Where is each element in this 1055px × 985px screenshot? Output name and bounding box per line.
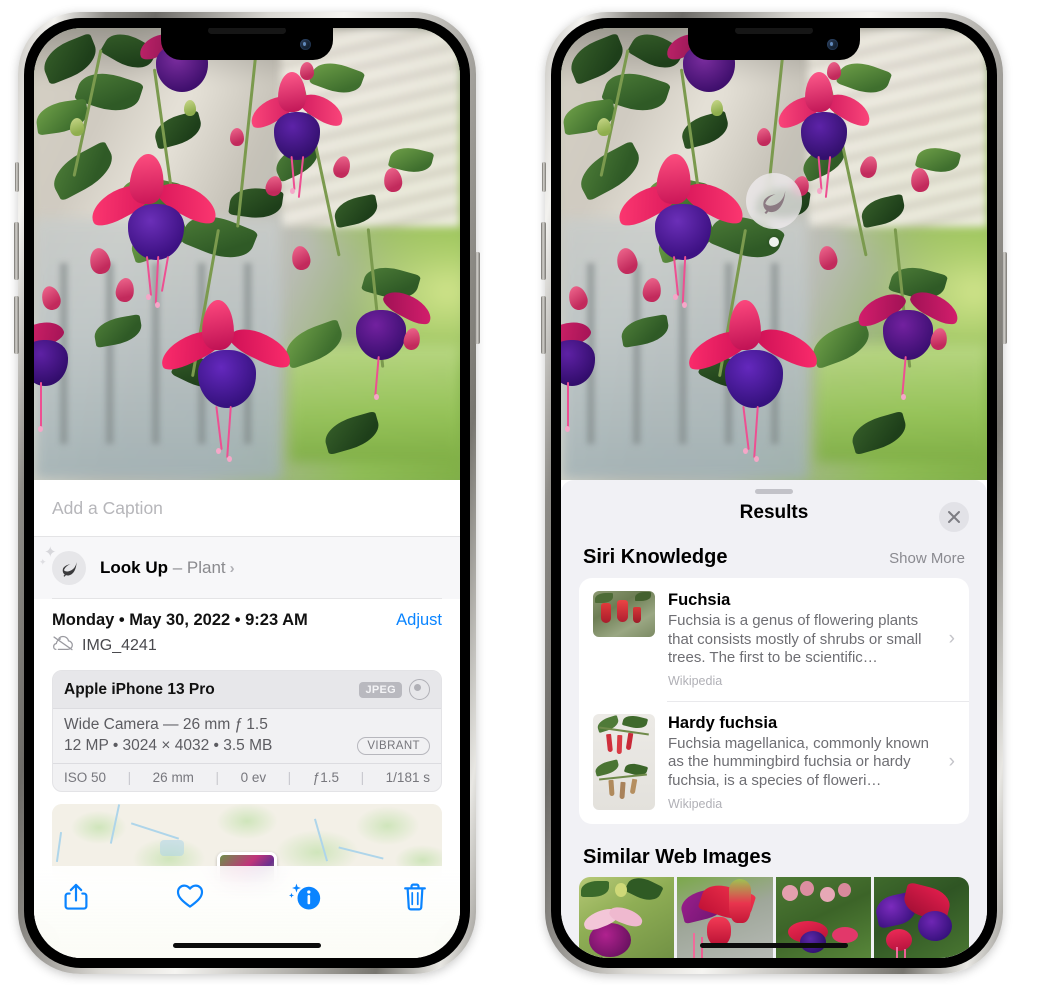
notch: [688, 28, 860, 60]
phone-bezel: Add a Caption ✦ ✦ Look Up – Plant › Mond…: [24, 18, 470, 968]
sparkle-small-icon: ✦: [39, 557, 47, 567]
image-size-info: 12 MP • 3024 × 4032 • 3.5 MB: [64, 737, 273, 754]
exif-row: ISO 50 | 26 mm | 0 ev | ƒ1.5 | 1/181 s: [53, 763, 441, 791]
share-icon[interactable]: [62, 882, 92, 912]
exif-shutter-speed: 1/181 s: [385, 770, 430, 785]
list-item[interactable]: Fuchsia Fuchsia is a genus of flowering …: [579, 578, 969, 701]
home-indicator[interactable]: [173, 943, 321, 948]
photo-date: Monday • May 30, 2022 • 9:23 AM: [52, 611, 308, 629]
power-button[interactable]: [1002, 252, 1007, 344]
front-camera-icon: [300, 39, 311, 50]
look-up-subject: Plant: [186, 558, 226, 577]
result-title: Fuchsia: [668, 591, 731, 609]
aperture-icon: [409, 679, 430, 700]
earpiece-speaker: [735, 28, 813, 34]
photo-metadata: Monday • May 30, 2022 • 9:23 AM Adjust I…: [34, 599, 460, 656]
result-description: Fuchsia magellanica, commonly known as t…: [668, 734, 929, 789]
look-up-row[interactable]: ✦ ✦ Look Up – Plant ›: [34, 537, 460, 599]
look-up-bold-label: Look Up: [100, 558, 168, 577]
exif-exposure: 0 ev: [240, 770, 267, 785]
siri-knowledge-header: Siri Knowledge Show More: [561, 524, 987, 578]
exif-divider: |: [215, 770, 220, 785]
exif-aperture: ƒ1.5: [312, 770, 340, 785]
volume-up-button[interactable]: [14, 222, 19, 280]
exif-divider: |: [360, 770, 365, 785]
screenshot-stage: Add a Caption ✦ ✦ Look Up – Plant › Mond…: [0, 0, 1055, 985]
notch: [161, 28, 333, 60]
results-title: Results: [739, 502, 809, 523]
mute-switch[interactable]: [15, 162, 19, 192]
siri-knowledge-card: Fuchsia Fuchsia is a genus of flowering …: [579, 578, 969, 824]
photographic-style-badge: VIBRANT: [357, 737, 430, 755]
volume-down-button[interactable]: [14, 296, 19, 354]
mute-switch[interactable]: [542, 162, 546, 192]
screen-right: Results Siri Knowledge Show More Fuchsia…: [561, 28, 987, 958]
result-thumbnail: [593, 591, 655, 637]
photo-info-sheet: Add a Caption ✦ ✦ Look Up – Plant › Mond…: [34, 480, 460, 958]
photo-viewer[interactable]: [561, 28, 987, 480]
file-format-badge: JPEG: [359, 681, 402, 698]
result-title: Hardy fuchsia: [668, 713, 778, 732]
close-icon[interactable]: [939, 502, 969, 532]
photo-filename: IMG_4241: [82, 636, 157, 654]
similar-web-images-title: Similar Web Images: [583, 845, 772, 868]
iphone-right: Results Siri Knowledge Show More Fuchsia…: [541, 12, 1007, 974]
show-more-button[interactable]: Show More: [889, 550, 965, 567]
volume-up-button[interactable]: [541, 222, 546, 280]
list-item[interactable]: [873, 876, 969, 958]
list-item[interactable]: Hardy fuchsia Fuchsia magellanica, commo…: [579, 700, 969, 824]
visual-look-up-leaf-badge[interactable]: [746, 173, 802, 229]
exif-focal-length: 26 mm: [152, 770, 194, 785]
power-button[interactable]: [475, 252, 480, 344]
chevron-right-icon: ›: [948, 628, 955, 650]
volume-down-button[interactable]: [541, 296, 546, 354]
camera-model: Apple iPhone 13 Pro: [64, 680, 215, 698]
earpiece-speaker: [208, 28, 286, 34]
siri-knowledge-title: Siri Knowledge: [583, 546, 728, 568]
sheet-grabber[interactable]: [755, 489, 793, 494]
camera-card-body: Wide Camera — 26 mm ƒ 1.5 12 MP • 3024 ×…: [53, 709, 441, 763]
results-sheet: Results Siri Knowledge Show More Fuchsia…: [561, 480, 987, 958]
adjust-button[interactable]: Adjust: [396, 611, 442, 630]
divider: [52, 598, 442, 599]
iphone-left: Add a Caption ✦ ✦ Look Up – Plant › Mond…: [14, 12, 480, 974]
exif-divider: |: [127, 770, 132, 785]
result-thumbnail: [593, 713, 655, 810]
photo-viewer[interactable]: [34, 28, 460, 480]
look-up-separator: –: [168, 558, 187, 577]
look-up-label: Look Up – Plant ›: [100, 558, 235, 578]
exif-iso: ISO 50: [64, 770, 107, 785]
camera-info-card: Apple iPhone 13 Pro JPEG Wide Camera — 2…: [52, 670, 442, 792]
home-indicator[interactable]: [700, 943, 848, 948]
camera-card-header: Apple iPhone 13 Pro JPEG: [53, 671, 441, 709]
screen-left: Add a Caption ✦ ✦ Look Up – Plant › Mond…: [34, 28, 460, 958]
lens-info: Wide Camera — 26 mm ƒ 1.5: [64, 716, 268, 733]
phone-bezel: Results Siri Knowledge Show More Fuchsia…: [551, 18, 997, 968]
trash-icon[interactable]: [402, 882, 432, 912]
result-source: Wikipedia: [668, 673, 723, 688]
list-item[interactable]: [579, 876, 675, 958]
exif-divider: |: [287, 770, 292, 785]
leaf-icon: ✦ ✦: [39, 545, 86, 585]
icloud-slash-icon: [52, 635, 74, 656]
caption-input[interactable]: Add a Caption: [52, 498, 163, 519]
caption-row[interactable]: Add a Caption: [34, 480, 460, 537]
similar-web-images-header: Similar Web Images: [561, 824, 987, 869]
result-source: Wikipedia: [668, 796, 723, 811]
front-camera-icon: [827, 39, 838, 50]
chevron-right-icon: ›: [229, 560, 235, 577]
heart-icon[interactable]: [175, 882, 205, 912]
info-visual-lookup-icon[interactable]: [288, 882, 320, 912]
result-description: Fuchsia is a genus of flowering plants t…: [668, 612, 922, 667]
chevron-right-icon: ›: [948, 751, 955, 773]
